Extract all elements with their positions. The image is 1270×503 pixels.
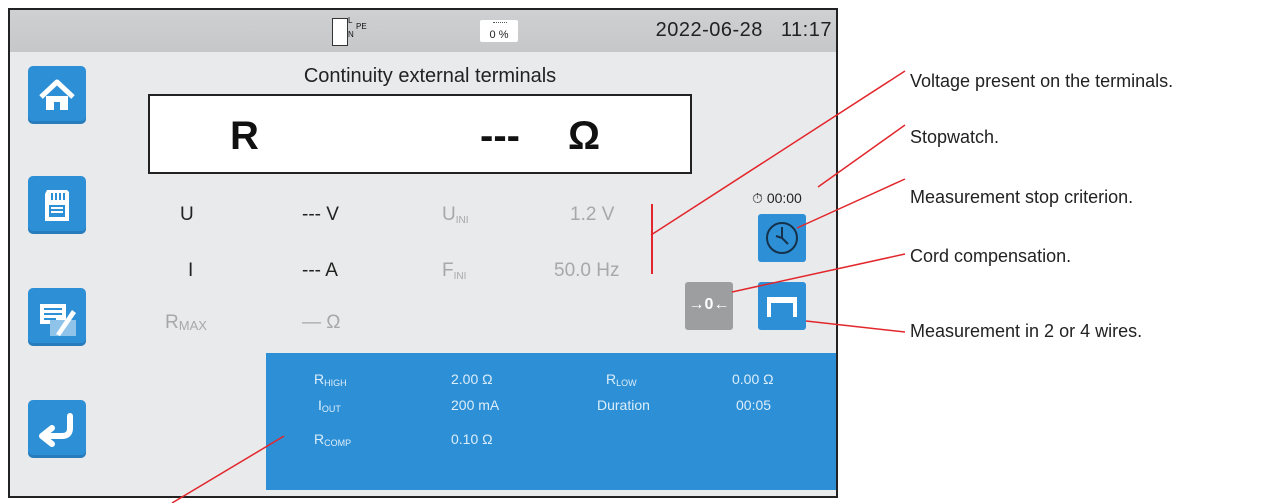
annotation-wire-mode: Measurement in 2 or 4 wires. — [910, 321, 1143, 341]
annotation-stop-criterion: Measurement stop criterion. — [910, 187, 1134, 207]
annotation-voltage: Voltage present on the terminals. — [910, 71, 1174, 91]
annotation-stopwatch: Stopwatch. — [910, 127, 1000, 147]
annotation-cord-compensation: Cord compensation. — [910, 246, 1072, 266]
